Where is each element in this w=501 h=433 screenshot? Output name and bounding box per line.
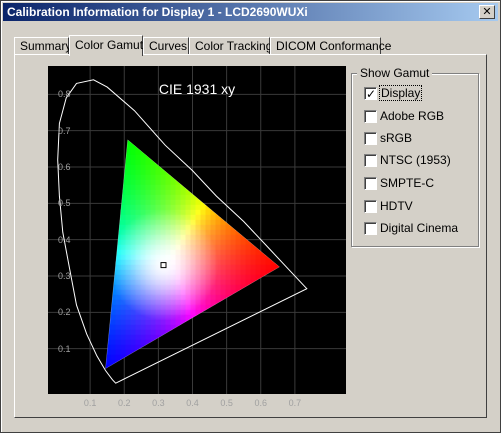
- close-icon: ✕: [482, 5, 492, 18]
- tab-curves[interactable]: Curves: [143, 37, 189, 54]
- y-tick-label: 0.2: [58, 307, 71, 318]
- x-tick-label: 0.2: [117, 398, 131, 408]
- x-tick-label: 0.1: [83, 398, 97, 408]
- display-checkbox[interactable]: ✓: [364, 87, 377, 101]
- x-tick-label: 0.5: [220, 398, 233, 408]
- gamut-fill: [105, 139, 280, 369]
- smpte-c-label[interactable]: SMPTE-C: [380, 176, 434, 190]
- y-tick-label: 0.6: [58, 162, 71, 172]
- tab-dicom-conformance[interactable]: DICOM Conformance: [270, 37, 391, 54]
- window-title: Calibration Information for Display 1 - …: [7, 5, 308, 19]
- title-bar: Calibration Information for Display 1 - …: [3, 3, 498, 21]
- y-tick-label: 0.3: [58, 271, 71, 281]
- check-icon: ✓: [366, 87, 377, 101]
- hdtv-label[interactable]: HDTV: [380, 199, 413, 213]
- y-tick-label: 0.7: [58, 125, 71, 136]
- adobe-rgb-label[interactable]: Adobe RGB: [380, 109, 444, 123]
- x-tick-label: 0.3: [152, 398, 165, 408]
- y-tick-label: 0.8: [58, 89, 71, 100]
- x-tick-label: 0.6: [254, 398, 268, 408]
- cie-chart: CIE 1931 xy: [48, 66, 346, 394]
- y-tick-label: 0.1: [58, 343, 71, 354]
- srgb-label[interactable]: sRGB: [380, 131, 412, 145]
- x-tick-label: 0.4: [186, 398, 199, 408]
- close-button[interactable]: ✕: [479, 5, 495, 19]
- ntsc-checkbox[interactable]: [364, 154, 377, 167]
- display-label[interactable]: Display: [378, 85, 423, 101]
- hdtv-checkbox[interactable]: [364, 200, 377, 213]
- y-tick-label: 0.5: [58, 198, 71, 209]
- tab-color-tracking[interactable]: Color Tracking: [189, 37, 272, 54]
- smpte-c-checkbox[interactable]: [364, 177, 377, 190]
- chart-title: CIE 1931 xy: [158, 81, 236, 97]
- y-tick-label: 0.4: [58, 234, 71, 245]
- digital-cinema-label[interactable]: Digital Cinema: [380, 221, 458, 235]
- tab-summary[interactable]: Summary: [14, 37, 71, 54]
- adobe-rgb-checkbox[interactable]: [364, 110, 377, 123]
- digital-cinema-checkbox[interactable]: [364, 222, 377, 235]
- tab-color-gamut[interactable]: Color Gamut: [69, 35, 143, 56]
- white-point-marker: [160, 262, 167, 269]
- srgb-checkbox[interactable]: [364, 132, 377, 145]
- ntsc-label[interactable]: NTSC (1953): [380, 153, 451, 167]
- show-gamut-label: Show Gamut: [357, 66, 433, 80]
- cie-chart-plot: [48, 66, 346, 394]
- x-tick-label: 0.7: [288, 398, 302, 408]
